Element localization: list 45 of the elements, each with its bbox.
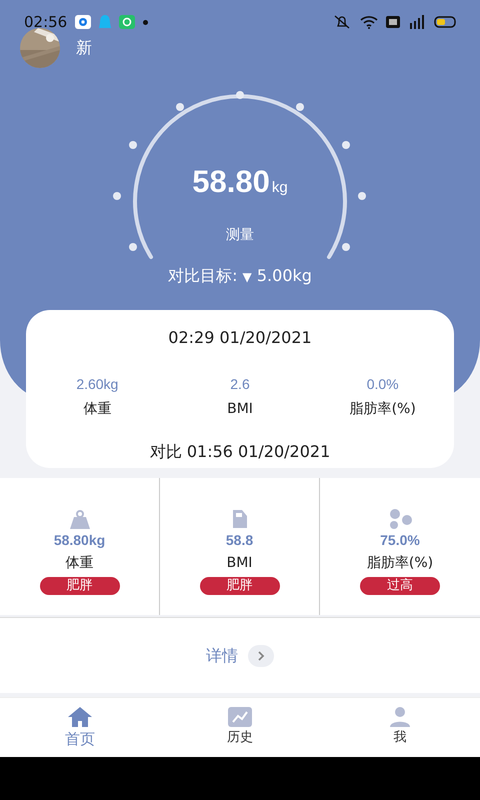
metric-value: 58.80kg <box>54 531 106 550</box>
chart-icon <box>228 706 252 728</box>
weight-icon <box>68 510 92 530</box>
measure-label[interactable]: 测量 <box>226 227 254 243</box>
chevron-icon[interactable] <box>248 644 274 666</box>
status-tag: 肥胖 <box>200 577 280 595</box>
chat-icon <box>119 15 136 29</box>
nav-tab[interactable]: 历史 <box>160 698 320 757</box>
nav-tab[interactable]: 我 <box>320 698 480 757</box>
change-value: 2.6 <box>230 375 250 394</box>
home-icon <box>67 706 93 728</box>
hd-icon <box>386 16 400 28</box>
metric-value: 75.0% <box>380 531 420 550</box>
metric-label: 体重 <box>83 400 112 419</box>
metric-label: 脂肪率(%) <box>366 554 434 573</box>
mute-icon <box>332 15 352 29</box>
scale-icon <box>230 508 248 530</box>
metric-label: BMI <box>227 400 253 419</box>
measure-time: 02:29 01/20/2021 <box>168 328 312 347</box>
change-value: 2.60kg <box>76 375 118 394</box>
metric-label: 脂肪率(%) <box>350 400 416 419</box>
change-value: 0.0% <box>366 375 399 394</box>
target-arrow: ▼ <box>242 270 252 284</box>
bell-icon <box>99 15 112 29</box>
target-value: 5.00kg <box>256 266 312 285</box>
target-label: 对比目标: <box>168 266 238 285</box>
details-link[interactable]: 详情 <box>206 644 238 668</box>
molecule-icon <box>387 508 413 530</box>
wifi-icon <box>360 15 378 29</box>
profile-name: 新 <box>76 37 92 59</box>
weight-unit: kg <box>272 179 288 196</box>
signal-icon <box>408 15 426 29</box>
person-icon <box>389 706 411 728</box>
eye-icon <box>75 15 92 29</box>
metric-value: 58.8 <box>226 531 254 550</box>
weight-value: 58.80 <box>192 164 270 199</box>
status-time: 02:56 <box>24 12 68 33</box>
battery-icon <box>434 16 456 28</box>
status-tag: 过高 <box>360 577 440 595</box>
dot-icon <box>143 20 148 24</box>
status-tag: 肥胖 <box>40 577 120 595</box>
compare-time: 对比 01:56 01/20/2021 <box>150 442 330 461</box>
metric-label: BMI <box>226 554 252 573</box>
metric-label: 体重 <box>66 554 94 573</box>
nav-tab[interactable]: 首页 <box>0 698 160 757</box>
